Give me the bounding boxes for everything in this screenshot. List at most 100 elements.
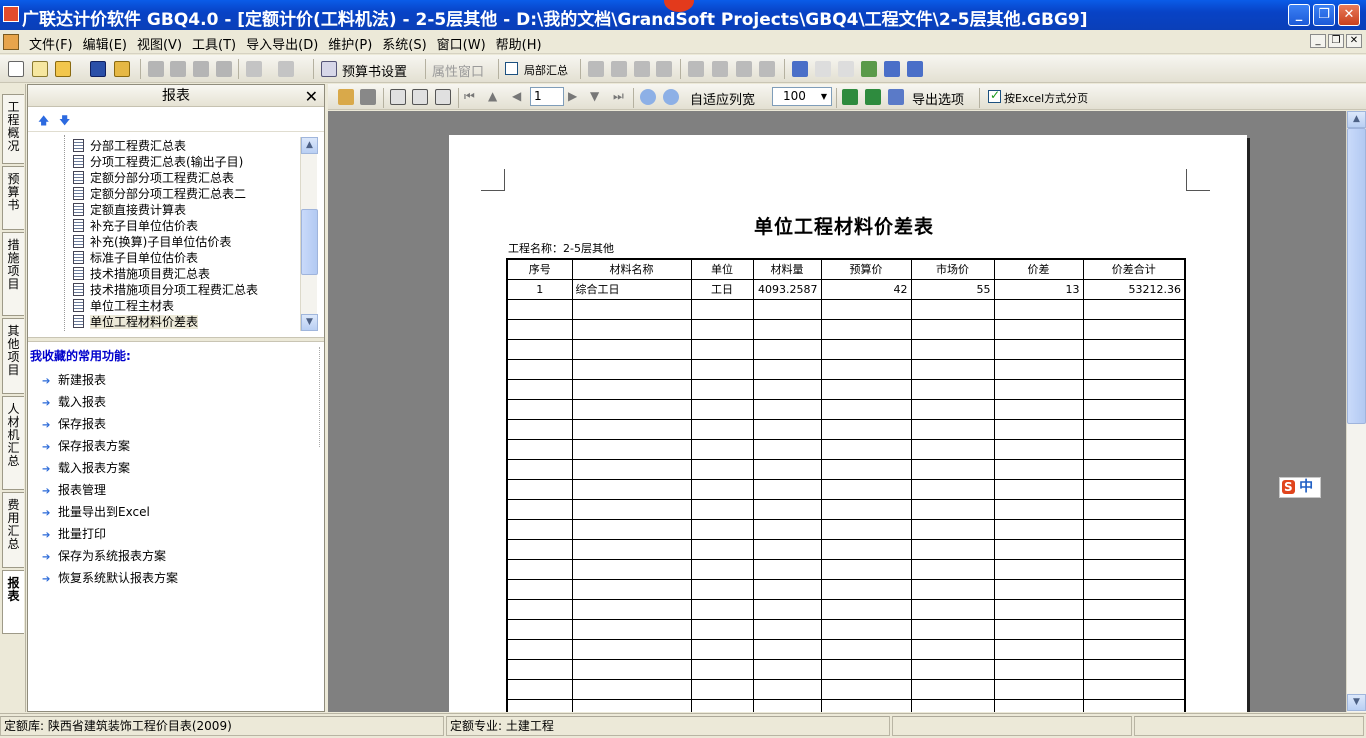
zoom-in-icon[interactable] [640, 89, 656, 105]
favorites-scrollbar[interactable] [319, 347, 324, 447]
move-right-icon[interactable] [712, 61, 728, 77]
favorite-item[interactable]: ➔ 载入报表方案 [42, 459, 130, 476]
tree-item[interactable]: 定额分部分项工程费汇总表二 [73, 185, 246, 201]
menu-item[interactable]: 编辑(E) [78, 34, 132, 53]
open-folder-icon[interactable] [55, 61, 71, 77]
report-icon[interactable] [884, 61, 900, 77]
page-number-input[interactable]: 1 [530, 87, 564, 106]
tree-item[interactable]: 定额分部分项工程费汇总表 [73, 169, 234, 185]
next-record-icon[interactable] [634, 61, 650, 77]
save-icon[interactable] [90, 61, 106, 77]
favorite-item[interactable]: ➔ 报表管理 [42, 481, 106, 498]
menu-item[interactable]: 系统(S) [377, 34, 431, 53]
next-page-icon[interactable]: ▶ [568, 89, 584, 105]
export-options-icon[interactable] [888, 89, 904, 105]
scroll-thumb[interactable] [1347, 128, 1366, 424]
restore-button[interactable]: ❐ [1313, 4, 1335, 26]
menu-item[interactable]: 帮助(H) [491, 34, 547, 53]
redo-icon[interactable] [278, 61, 294, 77]
edit-report-icon[interactable] [338, 89, 354, 105]
tree-item[interactable]: 补充(换算)子目单位估价表 [73, 233, 231, 249]
export-excel-sheets-icon[interactable] [865, 89, 881, 105]
favorite-item[interactable]: ➔ 恢复系统默认报表方案 [42, 569, 178, 586]
prev-record-icon[interactable] [611, 61, 627, 77]
move-down-icon[interactable] [759, 61, 775, 77]
favorite-item[interactable]: ➔ 载入报表 [42, 393, 106, 410]
menu-item[interactable]: 导入导出(D) [241, 34, 323, 53]
mdi-minimize-button[interactable]: _ [1310, 34, 1326, 48]
tree-item[interactable]: 分部工程费汇总表 [73, 137, 186, 153]
export-excel-icon[interactable] [842, 89, 858, 105]
prev-page-icon[interactable]: ◀ [512, 89, 528, 105]
two-page-icon[interactable] [412, 89, 428, 105]
scroll-down-icon[interactable]: ▼ [1347, 694, 1366, 711]
budget-settings-button[interactable]: 预算书设置 [342, 61, 407, 80]
move-up-icon[interactable] [736, 61, 752, 77]
new-project-icon[interactable] [32, 61, 48, 77]
local-summary-checkbox[interactable] [505, 62, 518, 75]
print-icon[interactable] [360, 89, 376, 105]
fit-columns-button[interactable]: 自适应列宽 [690, 89, 755, 108]
move-up-icon[interactable]: 🡅 [38, 112, 49, 131]
prev-page-up-icon[interactable]: ▲ [488, 89, 504, 105]
side-tab[interactable]: 报表 [2, 570, 24, 634]
export-options-button[interactable]: 导出选项 [912, 89, 964, 108]
tree-item[interactable]: 技术措施项目费汇总表 [73, 265, 210, 281]
close-button[interactable]: ✕ [1338, 4, 1360, 26]
cube-icon[interactable] [861, 61, 877, 77]
panel-close-icon[interactable]: ✕ [305, 86, 318, 108]
first-record-icon[interactable] [588, 61, 604, 77]
formula-icon[interactable] [815, 61, 831, 77]
tree-item[interactable]: 技术措施项目分项工程费汇总表 [73, 281, 258, 297]
report-preview[interactable]: 单位工程材料价差表 工程名称：2-5层其他 序号 材料名称 单位 材料量 预算价 市场价价… [328, 111, 1346, 712]
multi-page-icon[interactable] [435, 89, 451, 105]
scroll-down-icon[interactable]: ▼ [301, 314, 318, 331]
mdi-close-button[interactable]: ✕ [1346, 34, 1362, 48]
list-icon[interactable] [907, 61, 923, 77]
document-icon[interactable] [3, 34, 19, 50]
favorite-item[interactable]: ➔ 保存为系统报表方案 [42, 547, 166, 564]
menu-item[interactable]: 文件(F) [24, 34, 78, 53]
new-file-icon[interactable] [8, 61, 24, 77]
tree-item[interactable]: 单位工程材料价差表 [73, 313, 199, 329]
first-page-icon[interactable]: ⏮ [464, 89, 480, 105]
side-tab[interactable]: 工程概况 [2, 94, 24, 164]
mdi-restore-button[interactable]: ❐ [1328, 34, 1344, 48]
copy-icon[interactable] [170, 61, 186, 77]
favorite-item[interactable]: ➔ 保存报表 [42, 415, 106, 432]
last-record-icon[interactable] [656, 61, 672, 77]
next-page-down-icon[interactable]: ▼ [590, 89, 606, 105]
favorite-item[interactable]: ➔ 保存报表方案 [42, 437, 130, 454]
undo-icon[interactable] [246, 61, 262, 77]
move-down-icon[interactable]: 🡇 [59, 112, 70, 131]
ime-indicator[interactable]: S 中 [1279, 477, 1321, 498]
favorite-item[interactable]: ➔ 批量导出到Excel [42, 503, 150, 520]
zoom-select[interactable]: 100 ▼ [772, 87, 832, 106]
tree-scrollbar[interactable]: ▲ ▼ [300, 137, 318, 331]
tree-item[interactable]: 标准子目单位估价表 [73, 249, 198, 265]
last-page-icon[interactable]: ⏭ [613, 89, 629, 105]
panel-splitter[interactable] [28, 337, 324, 342]
menu-item[interactable]: 窗口(W) [432, 34, 491, 53]
tree-item[interactable]: 分项工程费汇总表(输出子目) [73, 153, 243, 169]
folder-icon[interactable] [114, 61, 130, 77]
scroll-up-icon[interactable]: ▲ [1347, 111, 1366, 128]
side-tab[interactable]: 预算书 [2, 166, 24, 230]
cut-icon[interactable] [148, 61, 164, 77]
calculator-icon[interactable] [792, 61, 808, 77]
paste-icon[interactable] [193, 61, 209, 77]
delete-icon[interactable] [216, 61, 232, 77]
minimize-button[interactable]: _ [1288, 4, 1310, 26]
preview-scrollbar[interactable]: ▲ ▼ [1346, 111, 1366, 712]
chevron-down-icon[interactable]: ▼ [817, 88, 831, 105]
side-tab[interactable]: 措施项目 [2, 232, 24, 316]
favorite-item[interactable]: ➔ 新建报表 [42, 371, 106, 388]
excel-paging-checkbox[interactable] [988, 88, 1001, 103]
side-tab[interactable]: 费用汇总 [2, 492, 24, 568]
tree-item[interactable]: 定额直接费计算表 [73, 201, 186, 217]
zoom-out-icon[interactable] [663, 89, 679, 105]
single-page-icon[interactable] [390, 89, 406, 105]
side-tab[interactable]: 人材机汇总 [2, 396, 24, 490]
move-left-icon[interactable] [688, 61, 704, 77]
menu-item[interactable]: 维护(P) [323, 34, 377, 53]
